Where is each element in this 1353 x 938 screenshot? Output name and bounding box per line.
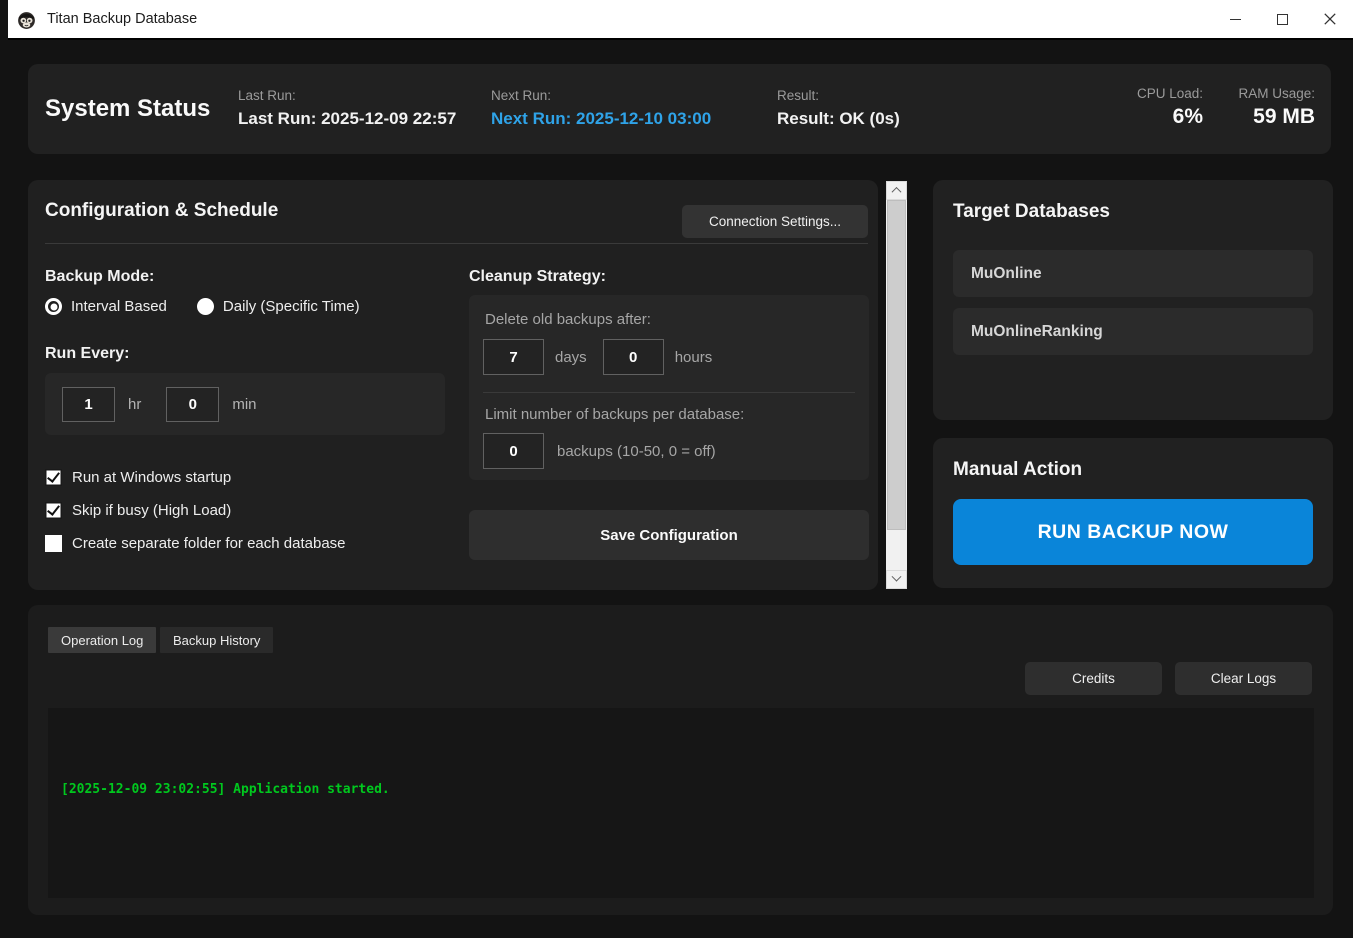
delete-after-row: days hours bbox=[483, 339, 712, 375]
manual-action-panel: Manual Action RUN BACKUP NOW bbox=[933, 438, 1333, 588]
config-scrollbar[interactable] bbox=[886, 181, 907, 589]
log-entry: [2025-12-09 23:02:55] Application starte… bbox=[61, 782, 1314, 797]
limit-backups-label: Limit number of backups per database: bbox=[485, 406, 744, 423]
clear-logs-button[interactable]: Clear Logs bbox=[1175, 662, 1312, 695]
checkbox-unchecked-icon bbox=[45, 535, 62, 552]
delete-hours-unit: hours bbox=[675, 349, 713, 366]
run-every-label: Run Every: bbox=[45, 345, 129, 363]
next-run-value: Next Run: 2025-12-10 03:00 bbox=[491, 109, 711, 129]
delete-days-unit: days bbox=[555, 349, 587, 366]
result-stat: Result: Result: OK (0s) bbox=[777, 88, 900, 129]
tab-backup-history[interactable]: Backup History bbox=[160, 627, 273, 653]
close-icon bbox=[1324, 13, 1336, 25]
minimize-icon bbox=[1230, 19, 1241, 20]
checkbox-run-at-startup[interactable]: Run at Windows startup bbox=[45, 469, 231, 486]
delete-days-input[interactable] bbox=[483, 339, 544, 375]
close-button[interactable] bbox=[1306, 0, 1353, 38]
tab-operation-log[interactable]: Operation Log bbox=[48, 627, 156, 653]
cpu-load-stat: CPU Load: 6% bbox=[1137, 86, 1203, 129]
status-title: System Status bbox=[45, 95, 210, 123]
cpu-load-value: 6% bbox=[1137, 105, 1203, 129]
titlebar: Titan Backup Database bbox=[8, 0, 1353, 40]
delete-after-label: Delete old backups after: bbox=[485, 311, 651, 328]
next-run-label: Next Run: bbox=[491, 88, 711, 103]
run-minutes-input[interactable] bbox=[166, 387, 219, 422]
scrollbar-down-button[interactable] bbox=[886, 570, 907, 589]
configuration-panel: Configuration & Schedule Connection Sett… bbox=[28, 180, 878, 590]
database-list-item[interactable]: MuOnlineRanking bbox=[953, 308, 1313, 355]
divider bbox=[45, 243, 868, 244]
system-status-panel: System Status Last Run: Last Run: 2025-1… bbox=[28, 64, 1331, 154]
next-run-stat: Next Run: Next Run: 2025-12-10 03:00 bbox=[491, 88, 711, 129]
radio-selected-icon bbox=[45, 298, 62, 315]
maximize-icon bbox=[1277, 14, 1288, 25]
ram-usage-value: 59 MB bbox=[1238, 105, 1315, 129]
radio-daily-label: Daily (Specific Time) bbox=[223, 298, 360, 315]
cpu-load-label: CPU Load: bbox=[1137, 86, 1203, 101]
run-hours-unit: hr bbox=[128, 396, 141, 413]
checkbox-folder-label: Create separate folder for each database bbox=[72, 535, 346, 552]
result-value: Result: OK (0s) bbox=[777, 109, 900, 129]
checkbox-checked-icon bbox=[45, 469, 62, 486]
limit-backups-unit: backups (10-50, 0 = off) bbox=[557, 443, 716, 460]
checkbox-startup-label: Run at Windows startup bbox=[72, 469, 231, 486]
scrollbar-up-button[interactable] bbox=[886, 181, 907, 200]
last-run-stat: Last Run: Last Run: 2025-12-09 22:57 bbox=[238, 88, 456, 129]
radio-interval-label: Interval Based bbox=[71, 298, 167, 315]
run-minutes-unit: min bbox=[232, 396, 256, 413]
run-hours-input[interactable] bbox=[62, 387, 115, 422]
checkbox-skip-if-busy[interactable]: Skip if busy (High Load) bbox=[45, 502, 231, 519]
minimize-button[interactable] bbox=[1212, 0, 1259, 38]
configuration-title: Configuration & Schedule bbox=[45, 200, 278, 222]
connection-settings-button[interactable]: Connection Settings... bbox=[682, 205, 868, 238]
result-label: Result: bbox=[777, 88, 900, 103]
checkbox-checked-icon bbox=[45, 502, 62, 519]
ram-usage-label: RAM Usage: bbox=[1238, 86, 1315, 101]
window-controls bbox=[1212, 0, 1353, 38]
radio-interval-based[interactable]: Interval Based bbox=[45, 298, 167, 315]
save-configuration-button[interactable]: Save Configuration bbox=[469, 510, 869, 560]
limit-backups-input[interactable] bbox=[483, 433, 544, 469]
window-title: Titan Backup Database bbox=[47, 11, 197, 27]
operation-log-output[interactable]: [2025-12-09 23:02:55] Application starte… bbox=[48, 708, 1314, 898]
maximize-button[interactable] bbox=[1259, 0, 1306, 38]
app-icon bbox=[16, 8, 38, 30]
log-panel: Operation Log Backup History Credits Cle… bbox=[28, 605, 1333, 915]
radio-unselected-icon bbox=[197, 298, 214, 315]
last-run-value: Last Run: 2025-12-09 22:57 bbox=[238, 109, 456, 129]
run-every-box: hr min bbox=[45, 373, 445, 435]
cleanup-strategy-label: Cleanup Strategy: bbox=[469, 268, 606, 286]
credits-button[interactable]: Credits bbox=[1025, 662, 1162, 695]
ram-usage-stat: RAM Usage: 59 MB bbox=[1238, 86, 1315, 129]
chevron-up-icon bbox=[892, 187, 902, 197]
app-window: Titan Backup Database System Status Last… bbox=[0, 0, 1353, 938]
target-databases-panel: Target Databases MuOnline MuOnlineRankin… bbox=[933, 180, 1333, 420]
run-backup-now-button[interactable]: RUN BACKUP NOW bbox=[953, 499, 1313, 565]
target-databases-title: Target Databases bbox=[953, 201, 1110, 223]
cleanup-box: Delete old backups after: days hours Lim… bbox=[469, 295, 869, 480]
delete-hours-input[interactable] bbox=[603, 339, 664, 375]
database-list-item[interactable]: MuOnline bbox=[953, 250, 1313, 297]
backup-mode-options: Interval Based Daily (Specific Time) bbox=[45, 298, 360, 315]
checkbox-skip-label: Skip if busy (High Load) bbox=[72, 502, 231, 519]
divider bbox=[483, 392, 855, 393]
checkbox-separate-folder[interactable]: Create separate folder for each database bbox=[45, 535, 346, 552]
radio-daily-time[interactable]: Daily (Specific Time) bbox=[197, 298, 360, 315]
chevron-down-icon bbox=[892, 572, 902, 582]
last-run-label: Last Run: bbox=[238, 88, 456, 103]
limit-backups-row: backups (10-50, 0 = off) bbox=[483, 433, 716, 469]
scrollbar-thumb[interactable] bbox=[887, 200, 906, 530]
backup-mode-label: Backup Mode: bbox=[45, 268, 154, 286]
manual-action-title: Manual Action bbox=[953, 459, 1082, 481]
